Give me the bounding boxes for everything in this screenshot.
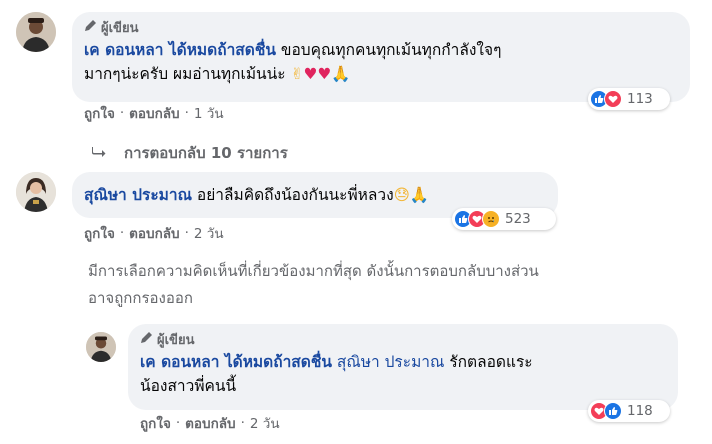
- view-replies-link[interactable]: การตอบกลับ 10 รายการ: [92, 141, 288, 165]
- separator-dot: ·: [240, 415, 245, 431]
- separator-dot: ·: [119, 225, 125, 241]
- author-badge-label: ผู้เขียน: [157, 332, 195, 348]
- separator-dot: ·: [184, 105, 189, 121]
- comment-actions: ถูกใจ · ตอบกลับ · 2 วัน: [84, 222, 224, 244]
- victory-emoji: ✌: [290, 65, 304, 83]
- filter-notice-line2: อาจถูกกรองออก: [88, 289, 193, 307]
- reply-button[interactable]: ตอบกลับ: [185, 412, 235, 434]
- pencil-icon: [84, 19, 97, 36]
- pencil-icon: [140, 331, 153, 348]
- avatar[interactable]: [16, 172, 56, 212]
- reply-button[interactable]: ตอบกลับ: [129, 222, 179, 244]
- heart-emoji: ♥♥: [303, 65, 332, 83]
- reply-button[interactable]: ตอบกลับ: [129, 102, 179, 124]
- reaction-count: 118: [627, 403, 653, 419]
- reply-arrow-icon: [92, 144, 106, 162]
- view-replies-label[interactable]: การตอบกลับ 10 รายการ: [124, 141, 288, 165]
- reaction-summary[interactable]: 113: [588, 88, 670, 110]
- author-badge-label: ผู้เขียน: [101, 20, 139, 36]
- author-badge: ผู้เขียน: [140, 330, 666, 348]
- mention-link[interactable]: สุณิษา ประมาณ: [337, 353, 444, 371]
- reply-bubble: ผู้เขียน เค ดอนหลา ได้หมดถ้าสดชื่น สุณิษ…: [128, 324, 678, 410]
- timestamp[interactable]: 1 วัน: [194, 102, 224, 124]
- filter-notice-line1: มีการเลือกความคิดเห็นที่เกี่ยวข้องมากที่…: [88, 262, 539, 280]
- comment-text: เค ดอนหลา ได้หมดถ้าสดชื่น สุณิษา ประมาณ …: [140, 350, 666, 398]
- like-button[interactable]: ถูกใจ: [84, 102, 115, 124]
- reaction-count: 523: [505, 211, 531, 227]
- comment-actions: ถูกใจ · ตอบกลับ · 1 วัน: [84, 102, 224, 124]
- like-button[interactable]: ถูกใจ: [140, 412, 171, 434]
- separator-dot: ·: [175, 415, 181, 431]
- avatar[interactable]: [86, 332, 116, 362]
- emoji: 😓🙏: [393, 186, 430, 204]
- comment-text: สุณิษา ประมาณ อย่าลืมคิดถึงน้องกันนะพี่ห…: [84, 183, 546, 207]
- reaction-summary[interactable]: 523: [452, 208, 556, 230]
- reaction-count: 113: [627, 91, 653, 107]
- avatar[interactable]: [16, 12, 56, 52]
- separator-dot: ·: [184, 225, 189, 241]
- comment-author[interactable]: เค ดอนหลา ได้หมดถ้าสดชื่น: [140, 353, 332, 371]
- timestamp[interactable]: 2 วัน: [250, 412, 280, 434]
- reply-actions: ถูกใจ · ตอบกลับ · 2 วัน: [140, 412, 280, 434]
- reaction-summary[interactable]: 118: [588, 400, 670, 422]
- filter-notice: มีการเลือกความคิดเห็นที่เกี่ยวข้องมากที่…: [88, 258, 539, 312]
- sad-icon: [482, 210, 500, 228]
- timestamp[interactable]: 2 วัน: [194, 222, 224, 244]
- love-icon: [604, 90, 622, 108]
- comment-text-line1: ขอบคุณทุกคนทุกเม้นทุกกำลังใจๆ: [280, 41, 502, 59]
- like-icon: [604, 402, 622, 420]
- author-badge: ผู้เขียน: [84, 18, 678, 36]
- comment-text-line2: มากๆน่ะครับ ผมอ่านทุกเม้นน่ะ: [84, 65, 286, 83]
- comment-text-line1: อย่าลืมคิดถึงน้องกันนะพี่หลวง: [196, 186, 394, 204]
- comment-author[interactable]: สุณิษา ประมาณ: [84, 186, 192, 204]
- comment-text: เค ดอนหลา ได้หมดถ้าสดชื่น ขอบคุณทุกคนทุก…: [84, 38, 678, 86]
- comment-text-line2: น้องสาวพี่คนนี้: [140, 377, 237, 395]
- comment-author[interactable]: เค ดอนหลา ได้หมดถ้าสดชื่น: [84, 41, 276, 59]
- pray-emoji: 🙏: [331, 65, 351, 83]
- like-button[interactable]: ถูกใจ: [84, 222, 115, 244]
- comment-text-line1: รักตลอดแระ: [449, 353, 533, 371]
- separator-dot: ·: [119, 105, 125, 121]
